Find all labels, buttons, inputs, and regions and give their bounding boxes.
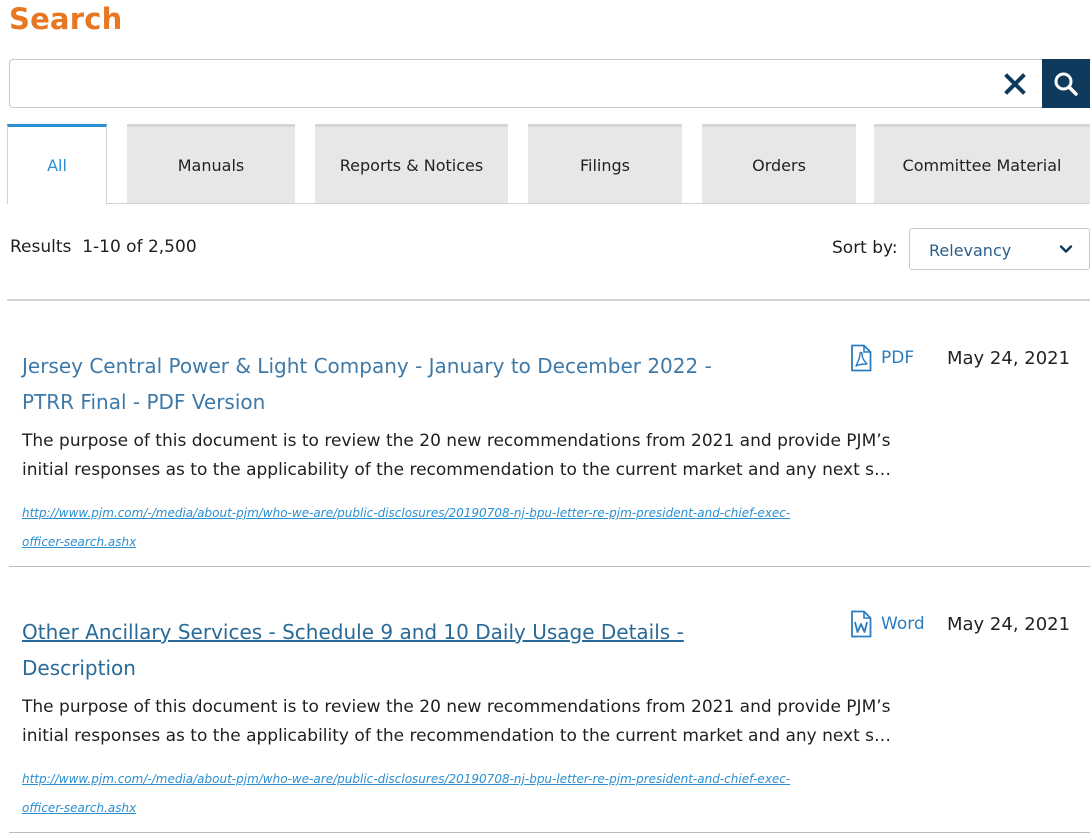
file-type-label: PDF bbox=[881, 348, 915, 368]
pdf-file-icon bbox=[851, 344, 872, 372]
result-item: Other Ancillary Services - Schedule 9 an… bbox=[9, 567, 1090, 833]
sort-label: Sort by: bbox=[832, 238, 898, 258]
chevron-down-icon bbox=[1059, 245, 1073, 253]
result-title[interactable]: Jersey Central Power & Light Company - J… bbox=[22, 348, 782, 420]
result-file-type[interactable]: Word bbox=[850, 610, 925, 638]
tab-committee-material[interactable]: Committee Material bbox=[874, 124, 1090, 203]
result-title-line: Jersey Central Power & Light Company - J… bbox=[22, 354, 712, 378]
result-title-line: Other Ancillary Services - Schedule 9 an… bbox=[22, 620, 684, 644]
word-file-icon bbox=[851, 610, 872, 638]
result-file-type[interactable]: PDF bbox=[850, 344, 914, 372]
page-title: Search bbox=[9, 2, 123, 36]
result-url-line: officer-search.ashx bbox=[22, 535, 137, 549]
tab-orders[interactable]: Orders bbox=[702, 124, 856, 203]
results-count: Results 1-10 of 2,500 bbox=[10, 237, 197, 257]
result-url-line: http://www.pjm.com/-/media/about-pjm/who… bbox=[22, 506, 791, 520]
result-title-line: Description bbox=[22, 656, 136, 680]
result-description: The purpose of this document is to revie… bbox=[22, 693, 942, 751]
search-button[interactable] bbox=[1042, 59, 1090, 108]
tab-reports-notices[interactable]: Reports & Notices bbox=[315, 124, 508, 203]
close-icon bbox=[1004, 73, 1026, 95]
result-title[interactable]: Other Ancillary Services - Schedule 9 an… bbox=[22, 614, 782, 686]
search-icon bbox=[1054, 72, 1078, 96]
tab-manuals[interactable]: Manuals bbox=[127, 124, 295, 203]
tab-all[interactable]: All bbox=[7, 124, 107, 204]
result-description-line: The purpose of this document is to revie… bbox=[22, 697, 891, 717]
tab-filings[interactable]: Filings bbox=[528, 124, 682, 203]
result-date: May 24, 2021 bbox=[947, 614, 1071, 635]
result-title-line: PTRR Final - PDF Version bbox=[22, 390, 266, 414]
result-description-line: initial responses as to the applicabilit… bbox=[22, 460, 892, 480]
sort-selected-value: Relevancy bbox=[929, 241, 1012, 260]
file-type-label: Word bbox=[881, 614, 925, 634]
search-input[interactable] bbox=[20, 68, 980, 100]
clear-search-button[interactable] bbox=[1001, 70, 1029, 98]
result-description-line: The purpose of this document is to revie… bbox=[22, 431, 891, 451]
result-date: May 24, 2021 bbox=[947, 348, 1071, 369]
result-url-line: http://www.pjm.com/-/media/about-pjm/who… bbox=[22, 772, 791, 786]
category-tabs: All Manuals Reports & Notices Filings Or… bbox=[7, 124, 1090, 204]
search-bar bbox=[9, 59, 1090, 108]
sort-dropdown[interactable]: Relevancy bbox=[909, 228, 1090, 270]
result-url-line: officer-search.ashx bbox=[22, 801, 137, 815]
result-url-link[interactable]: http://www.pjm.com/-/media/about-pjm/who… bbox=[22, 765, 922, 823]
result-url-link[interactable]: http://www.pjm.com/-/media/about-pjm/who… bbox=[22, 499, 922, 557]
result-description-line: initial responses as to the applicabilit… bbox=[22, 726, 892, 746]
result-description: The purpose of this document is to revie… bbox=[22, 427, 942, 485]
result-item: Jersey Central Power & Light Company - J… bbox=[9, 301, 1090, 567]
